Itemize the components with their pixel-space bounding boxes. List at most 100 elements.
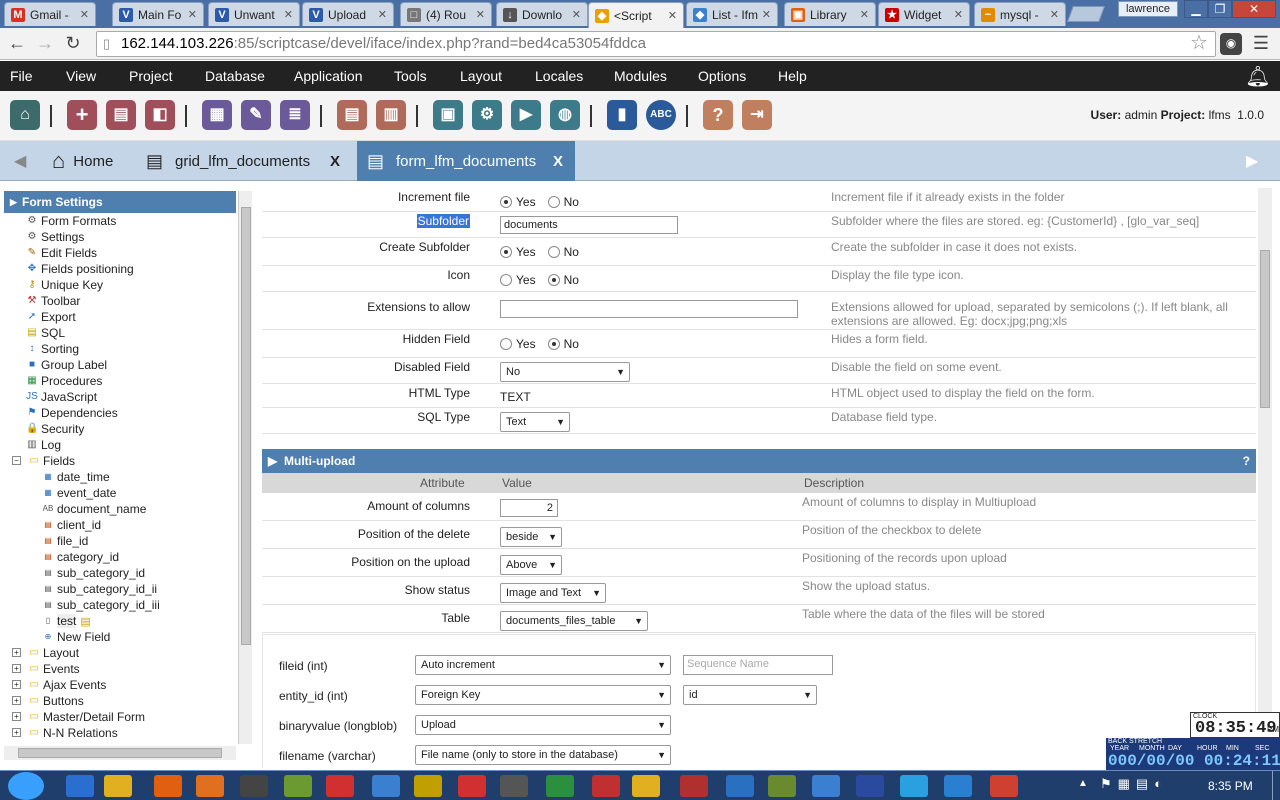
generate-gear-icon[interactable]: ⚙ <box>472 100 502 130</box>
deploy-globe-icon[interactable]: ◍ <box>550 100 580 130</box>
tree-group-events[interactable]: ▭ Events <box>28 661 79 677</box>
home-icon[interactable]: ⌂ <box>10 100 40 130</box>
browser-tab[interactable]: V Main Fo ✕ <box>112 2 204 26</box>
tree-field-sub-category-id-iii[interactable]: ▤ sub_category_id_iii <box>42 597 160 613</box>
close-tab-icon[interactable]: ✕ <box>572 8 581 21</box>
chat-icon[interactable] <box>680 775 708 797</box>
puzzle-icon[interactable] <box>500 775 528 797</box>
close-tab-icon[interactable]: ✕ <box>762 8 771 21</box>
tree-group-n-n-relations[interactable]: ▭ N-N Relations <box>28 725 117 741</box>
foreign-key-select[interactable]: id ▼ <box>683 685 817 705</box>
tree-item-export[interactable]: ➚ Export <box>26 309 76 325</box>
camera-extension-icon[interactable]: ◉ <box>1220 33 1242 55</box>
chrome-menu-icon[interactable]: ☰ <box>1250 33 1272 55</box>
menu-options[interactable]: Options <box>698 68 746 84</box>
close-tab-grid-icon[interactable]: X <box>330 153 340 170</box>
close-tab-icon[interactable]: ✕ <box>284 8 293 21</box>
tree-field-test[interactable]: ▯ test ▤ <box>42 613 91 629</box>
tree-item-fields[interactable]: ▭ Fields <box>28 453 75 469</box>
tree-scroll-thumb[interactable] <box>241 207 251 645</box>
browser-tab[interactable]: ↓ Downlo ✕ <box>496 2 588 26</box>
maximize-icon[interactable]: ❐ <box>1208 0 1232 18</box>
browser-tab[interactable]: ★ Widget ✕ <box>878 2 970 26</box>
tree-item-form-formats[interactable]: ⚙ Form Formats <box>26 213 117 229</box>
tree-field-client-id[interactable]: ▤ client_id <box>42 517 101 533</box>
menu-application[interactable]: Application <box>294 68 363 84</box>
tree-field-sub-category-id[interactable]: ▤ sub_category_id <box>42 565 145 581</box>
tree-field-sub-category-id-ii[interactable]: ▤ sub_category_id_ii <box>42 581 157 597</box>
tree-horizontal-scrollbar[interactable] <box>4 746 236 760</box>
sequence-name-input[interactable]: Sequence Name <box>683 655 833 675</box>
documents-icon[interactable]: ▥ <box>376 100 406 130</box>
help-icon[interactable]: ? <box>1243 449 1250 473</box>
storage-value-select[interactable]: Upload ▼ <box>415 715 671 735</box>
shield-icon[interactable] <box>726 775 754 797</box>
expand-icon[interactable]: + <box>12 664 21 673</box>
tree-vertical-scrollbar[interactable] <box>238 191 252 744</box>
help-question-icon[interactable]: ? <box>703 100 733 130</box>
minimize-icon[interactable]: ▁ <box>1184 0 1208 18</box>
tree-field-category-id[interactable]: ▤ category_id <box>42 549 119 565</box>
multiupload-section-header[interactable]: ▶ Multi-upload ? <box>262 449 1256 473</box>
menu-project[interactable]: Project <box>129 68 173 84</box>
expand-icon[interactable]: + <box>12 680 21 689</box>
tree-item-toolbar[interactable]: ⚒ Toolbar <box>26 293 81 309</box>
tree-item-log[interactable]: ▥ Log <box>26 437 61 453</box>
tree-item-group-label[interactable]: ■ Group Label <box>26 357 107 373</box>
radio-no[interactable] <box>547 337 560 350</box>
browser-tab[interactable]: M Gmail - ✕ <box>4 2 96 26</box>
tray-expand-icon[interactable]: ▲ <box>1078 778 1088 789</box>
system-tray-icons[interactable]: ⚑▦▤◐ <box>1100 776 1168 792</box>
back-arrow-icon[interactable]: ← <box>6 33 28 55</box>
browser-tab[interactable]: V Unwant ✕ <box>208 2 300 26</box>
menu-database[interactable]: Database <box>205 68 265 84</box>
tree-item-fields-positioning[interactable]: ✥ Fields positioning <box>26 261 134 277</box>
browser-tab[interactable]: ◆ <Script ✕ <box>588 2 684 28</box>
number-input[interactable]: 2 <box>500 499 558 517</box>
forward-arrow-icon[interactable]: → <box>34 33 56 55</box>
close-tab-form-icon[interactable]: X <box>553 153 563 170</box>
text-input[interactable]: documents <box>500 216 678 234</box>
reload-icon[interactable]: ↻ <box>62 33 84 55</box>
tabs-scroll-right-icon[interactable]: ▶ <box>1246 141 1266 181</box>
tree-item-edit-fields[interactable]: ✎ Edit Fields <box>26 245 97 261</box>
tab-form-lfm-documents[interactable]: ▤ form_lfm_documents X <box>357 141 575 181</box>
chrome-icon[interactable] <box>990 775 1018 797</box>
radio-yes[interactable] <box>500 245 512 258</box>
url-bar[interactable]: ▯ 162.144.103.226:85/scriptcase/devel/if… <box>96 31 1216 57</box>
browser-tab[interactable]: V Upload ✕ <box>302 2 394 26</box>
tree-field-file-id[interactable]: ▤ file_id <box>42 533 88 549</box>
close-tab-icon[interactable]: ✕ <box>188 8 197 21</box>
box-icon[interactable]: ◧ <box>145 100 175 130</box>
select-dropdown[interactable]: Above ▼ <box>500 555 562 575</box>
tree-header[interactable]: ▶ Form Settings <box>4 191 236 213</box>
collapse-fields-icon[interactable]: − <box>12 456 21 465</box>
new-application-icon[interactable]: + <box>67 100 97 130</box>
explorer-icon[interactable] <box>104 775 132 797</box>
close-tab-icon[interactable]: ✕ <box>954 8 963 21</box>
menu-locales[interactable]: Locales <box>535 68 583 84</box>
app-icon[interactable] <box>458 775 486 797</box>
spellcheck-icon[interactable]: ABC <box>646 100 676 130</box>
tree-item-procedures[interactable]: ▦ Procedures <box>26 373 102 389</box>
tree-item-dependencies[interactable]: ⚑ Dependencies <box>26 405 118 421</box>
menu-tools[interactable]: Tools <box>394 68 427 84</box>
infinity-icon[interactable] <box>768 775 796 797</box>
taskbar-clock[interactable]: 8:35 PM <box>1208 779 1253 793</box>
profile-name[interactable]: lawrence <box>1118 1 1178 17</box>
tree-item-javascript[interactable]: JS JavaScript <box>26 389 97 405</box>
select-dropdown[interactable]: beside ▼ <box>500 527 562 547</box>
server-icon[interactable] <box>900 775 928 797</box>
network-icon[interactable] <box>546 775 574 797</box>
show-desktop-button[interactable] <box>1272 771 1280 800</box>
close-tab-icon[interactable]: ✕ <box>1050 8 1059 21</box>
expand-icon[interactable]: + <box>12 728 21 737</box>
close-tab-icon[interactable]: ✕ <box>80 8 89 21</box>
menu-view[interactable]: View <box>66 68 96 84</box>
select-dropdown[interactable]: No ▼ <box>500 362 630 382</box>
menu-help[interactable]: Help <box>778 68 807 84</box>
word-icon[interactable] <box>414 775 442 797</box>
tabs-scroll-left-icon[interactable]: ◀ <box>14 141 38 181</box>
close-tab-icon[interactable]: ✕ <box>378 8 387 21</box>
camera-icon[interactable] <box>812 775 840 797</box>
